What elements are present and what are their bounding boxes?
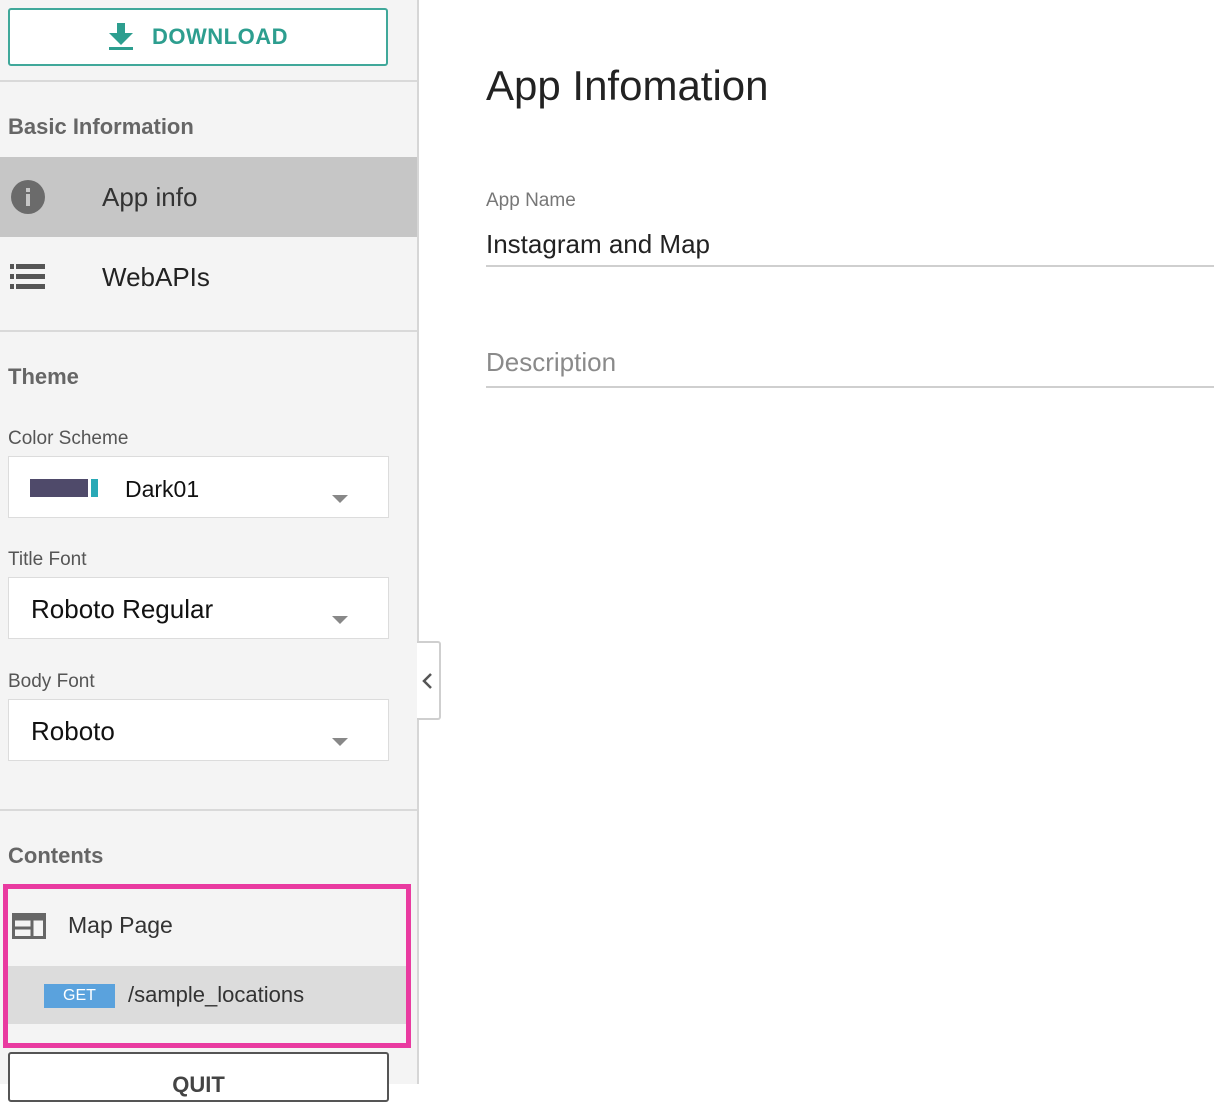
sidebar-item-label: App info (102, 181, 198, 212)
sidebar-item-label: WebAPIs (102, 261, 210, 292)
color-swatch-accent (91, 479, 98, 497)
title-font-select[interactable]: Roboto Regular (8, 577, 389, 639)
info-icon (11, 180, 45, 214)
page-title: App Infomation (486, 62, 769, 109)
collapse-sidebar-button[interactable] (417, 641, 441, 720)
divider (0, 809, 417, 811)
page-layout-icon (12, 913, 46, 939)
download-button[interactable]: DOWNLOAD (8, 8, 388, 66)
endpoint-path: /sample_locations (128, 982, 305, 1007)
color-scheme-label: Color Scheme (8, 428, 129, 449)
content-item-label: Map Page (68, 912, 173, 938)
sidebar-item-app-info[interactable]: App info (0, 157, 417, 237)
basic-information-heading: Basic Information (8, 114, 194, 139)
body-font-select[interactable]: Roboto (8, 699, 389, 761)
theme-heading: Theme (8, 364, 79, 389)
chevron-down-icon (332, 616, 348, 624)
app-name-field[interactable]: Instagram and Map (486, 229, 710, 260)
sidebar: DOWNLOAD Basic Information App info WebA… (0, 0, 419, 1102)
description-underline (486, 386, 1214, 388)
chevron-down-icon (332, 738, 348, 746)
color-scheme-select[interactable]: Dark01 (8, 456, 389, 518)
divider (0, 330, 417, 332)
content-item-map-page[interactable]: Map Page (4, 886, 406, 966)
app-name-label: App Name (486, 190, 576, 211)
api-endpoint-item[interactable]: GET /sample_locations (4, 966, 406, 1024)
list-icon (10, 264, 45, 289)
title-font-label: Title Font (8, 549, 87, 570)
sidebar-item-webapis[interactable]: WebAPIs (0, 237, 417, 317)
title-font-value: Roboto Regular (31, 594, 214, 624)
chevron-down-icon (332, 495, 348, 503)
body-font-value: Roboto (31, 716, 115, 746)
http-method-badge: GET (44, 984, 115, 1008)
contents-heading: Contents (8, 843, 104, 868)
description-field[interactable]: Description (486, 347, 616, 378)
divider (0, 80, 417, 82)
quit-button[interactable]: QUIT (8, 1052, 389, 1102)
chevron-left-icon (422, 673, 432, 689)
download-icon (109, 23, 133, 50)
app-name-underline (486, 265, 1214, 267)
color-swatch-primary (30, 479, 88, 497)
download-label: DOWNLOAD (152, 24, 288, 49)
body-font-label: Body Font (8, 671, 95, 692)
color-scheme-value: Dark01 (125, 476, 200, 502)
